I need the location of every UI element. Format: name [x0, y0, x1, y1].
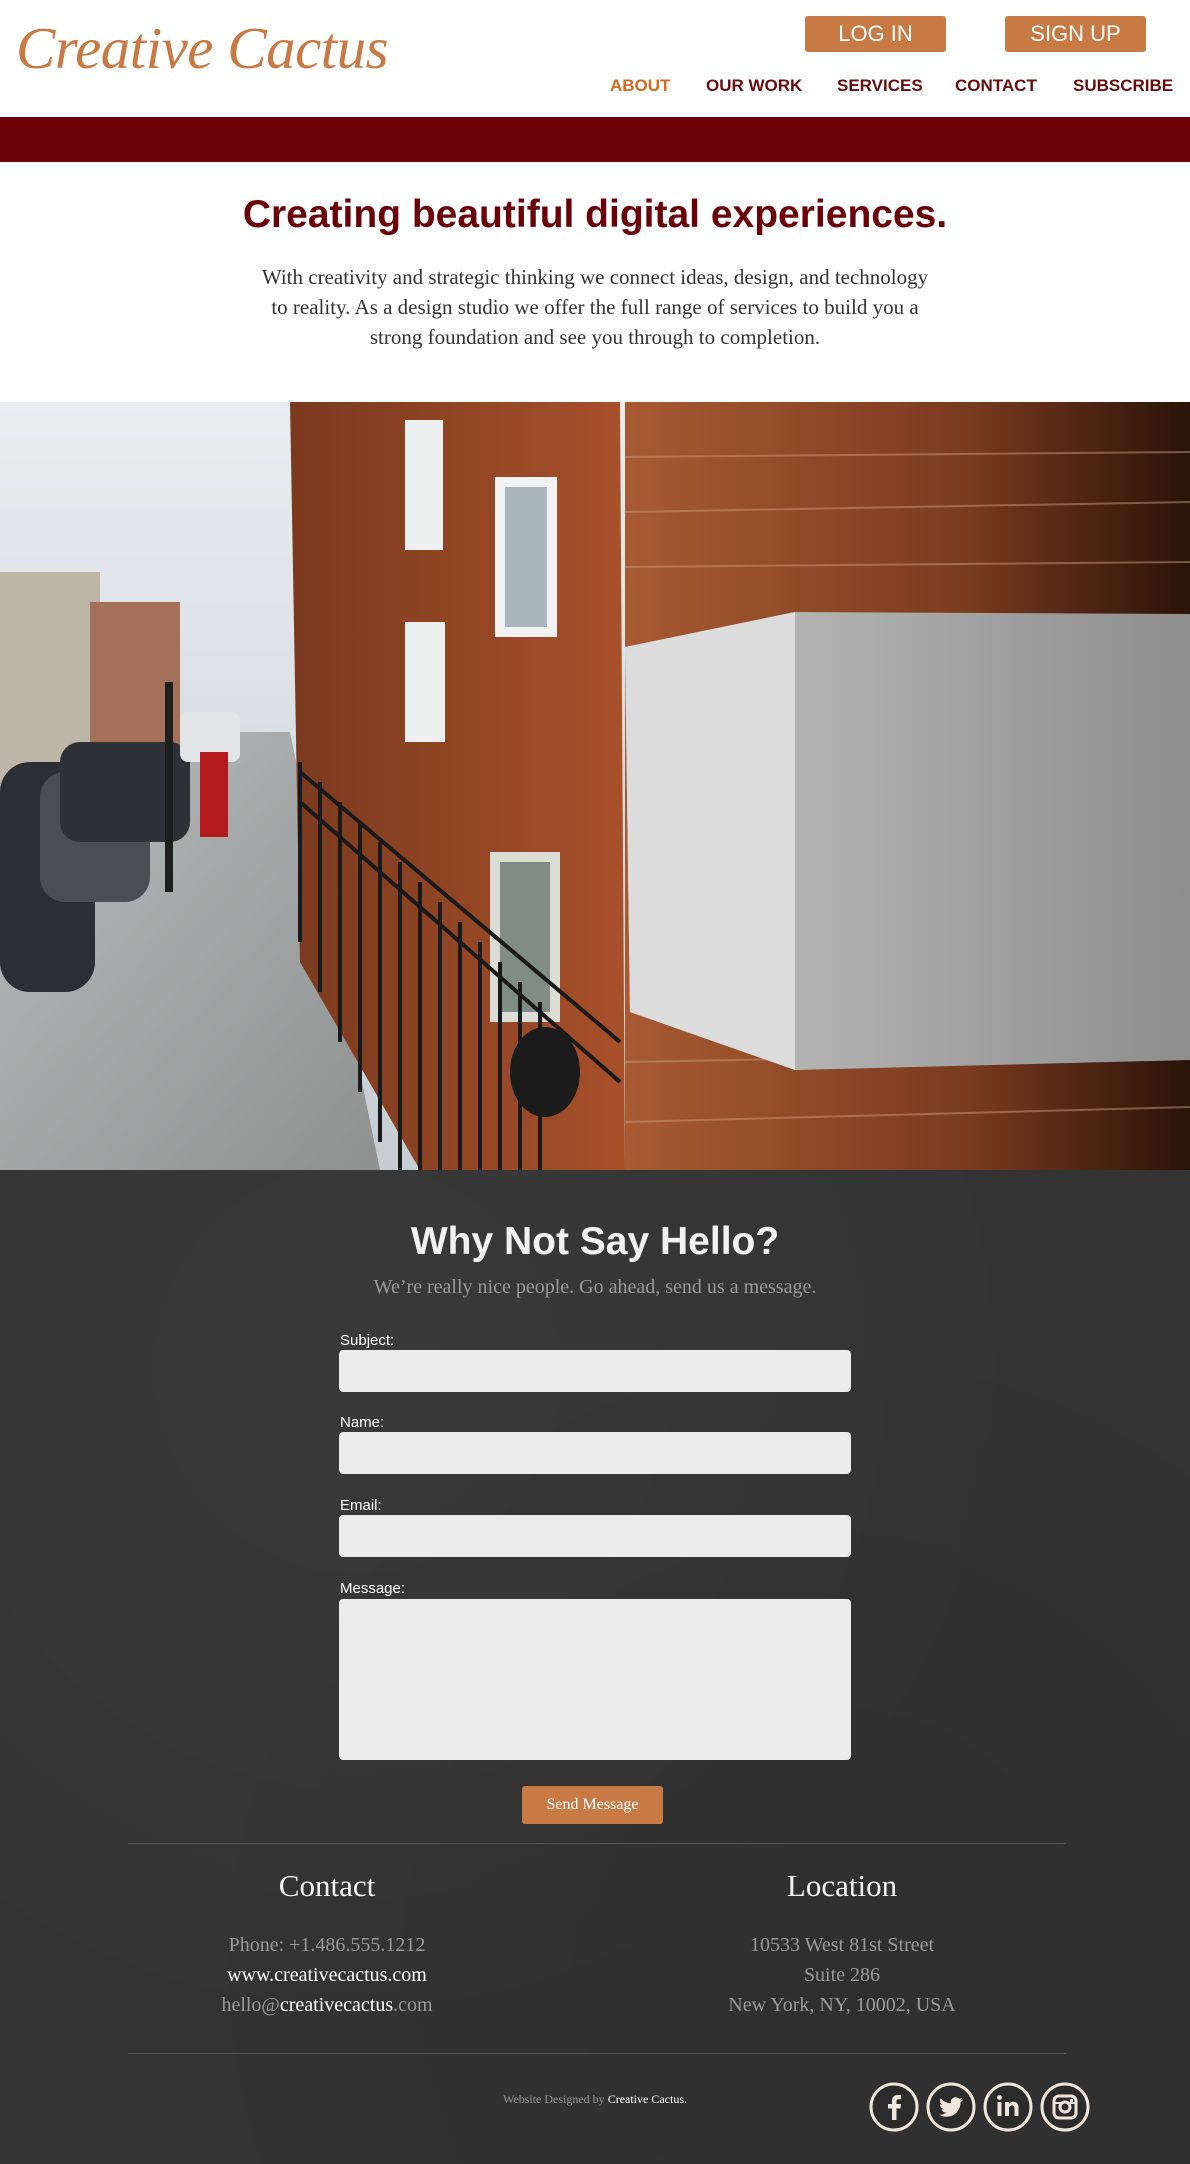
name-label: Name: [340, 1414, 385, 1431]
contact-email-suffix: .com [393, 1994, 433, 2016]
subject-input[interactable] [339, 1350, 851, 1392]
site-logo[interactable]: Creative Cactus [16, 14, 389, 83]
credit-prefix: Website Designed by [503, 2092, 608, 2106]
hero-photo [0, 402, 1190, 1170]
subject-label: Subject: [340, 1332, 395, 1349]
site-header: Creative Cactus LOG IN SIGN UP ABOUT OUR… [0, 0, 1190, 117]
credit-name[interactable]: Creative Cactus. [608, 2092, 687, 2106]
message-label: Message: [340, 1580, 406, 1597]
nav-item-our-work[interactable]: OUR WORK [706, 76, 802, 96]
location-heading: Location [786, 1868, 898, 1903]
login-button[interactable]: LOG IN [805, 16, 946, 52]
contact-section: Why Not Say Hello? We’re really nice peo… [0, 1170, 1190, 2164]
contact-website[interactable]: www.creativecactus.com [77, 1964, 577, 1987]
contact-phone[interactable]: Phone: +1.486.555.1212 [77, 1934, 577, 1957]
footer-divider-top [128, 1843, 1066, 1844]
location-line-3: New York, NY, 10002, USA [728, 1994, 956, 2016]
contact-website-text[interactable]: www.creativecactus.com [227, 1964, 427, 1986]
nav-item-contact[interactable]: CONTACT [955, 76, 1037, 96]
hero-title: Creating beautiful digital experiences. [242, 193, 948, 236]
hero-text: With creativity and strategic thinking w… [261, 265, 929, 349]
footer-divider-bottom [128, 2053, 1066, 2054]
facebook-icon[interactable] [869, 2082, 919, 2132]
twitter-icon[interactable] [926, 2082, 976, 2132]
location-line-1: 10533 West 81st Street [749, 1934, 935, 1956]
email-input[interactable] [339, 1515, 851, 1557]
main-nav: ABOUT OUR WORK SERVICES CONTACT SUBSCRIB… [0, 76, 1190, 102]
nav-item-services[interactable]: SERVICES [837, 76, 923, 96]
nav-item-about[interactable]: ABOUT [610, 76, 670, 96]
linkedin-icon[interactable] [983, 2082, 1033, 2132]
signup-button[interactable]: SIGN UP [1005, 16, 1146, 52]
name-input[interactable] [339, 1432, 851, 1474]
instagram-icon[interactable] [1040, 2082, 1090, 2132]
contact-heading: Contact [278, 1868, 376, 1903]
contact-email-domain: creativecactus [279, 1994, 394, 2016]
contact-subtitle: We’re really nice people. Go ahead, send… [373, 1276, 817, 1298]
contact-email-prefix: hello@ [221, 1994, 280, 2016]
email-label: Email: [340, 1497, 382, 1514]
contact-email[interactable]: hello@creativecactus.com [77, 1994, 577, 2017]
nav-item-subscribe[interactable]: SUBSCRIBE [1073, 76, 1173, 96]
message-input[interactable] [339, 1599, 851, 1760]
send-message-button[interactable]: Send Message [522, 1786, 663, 1824]
header-band [0, 117, 1190, 162]
location-line-2: Suite 286 [803, 1964, 881, 1986]
contact-title: Why Not Say Hello? [410, 1220, 780, 1263]
